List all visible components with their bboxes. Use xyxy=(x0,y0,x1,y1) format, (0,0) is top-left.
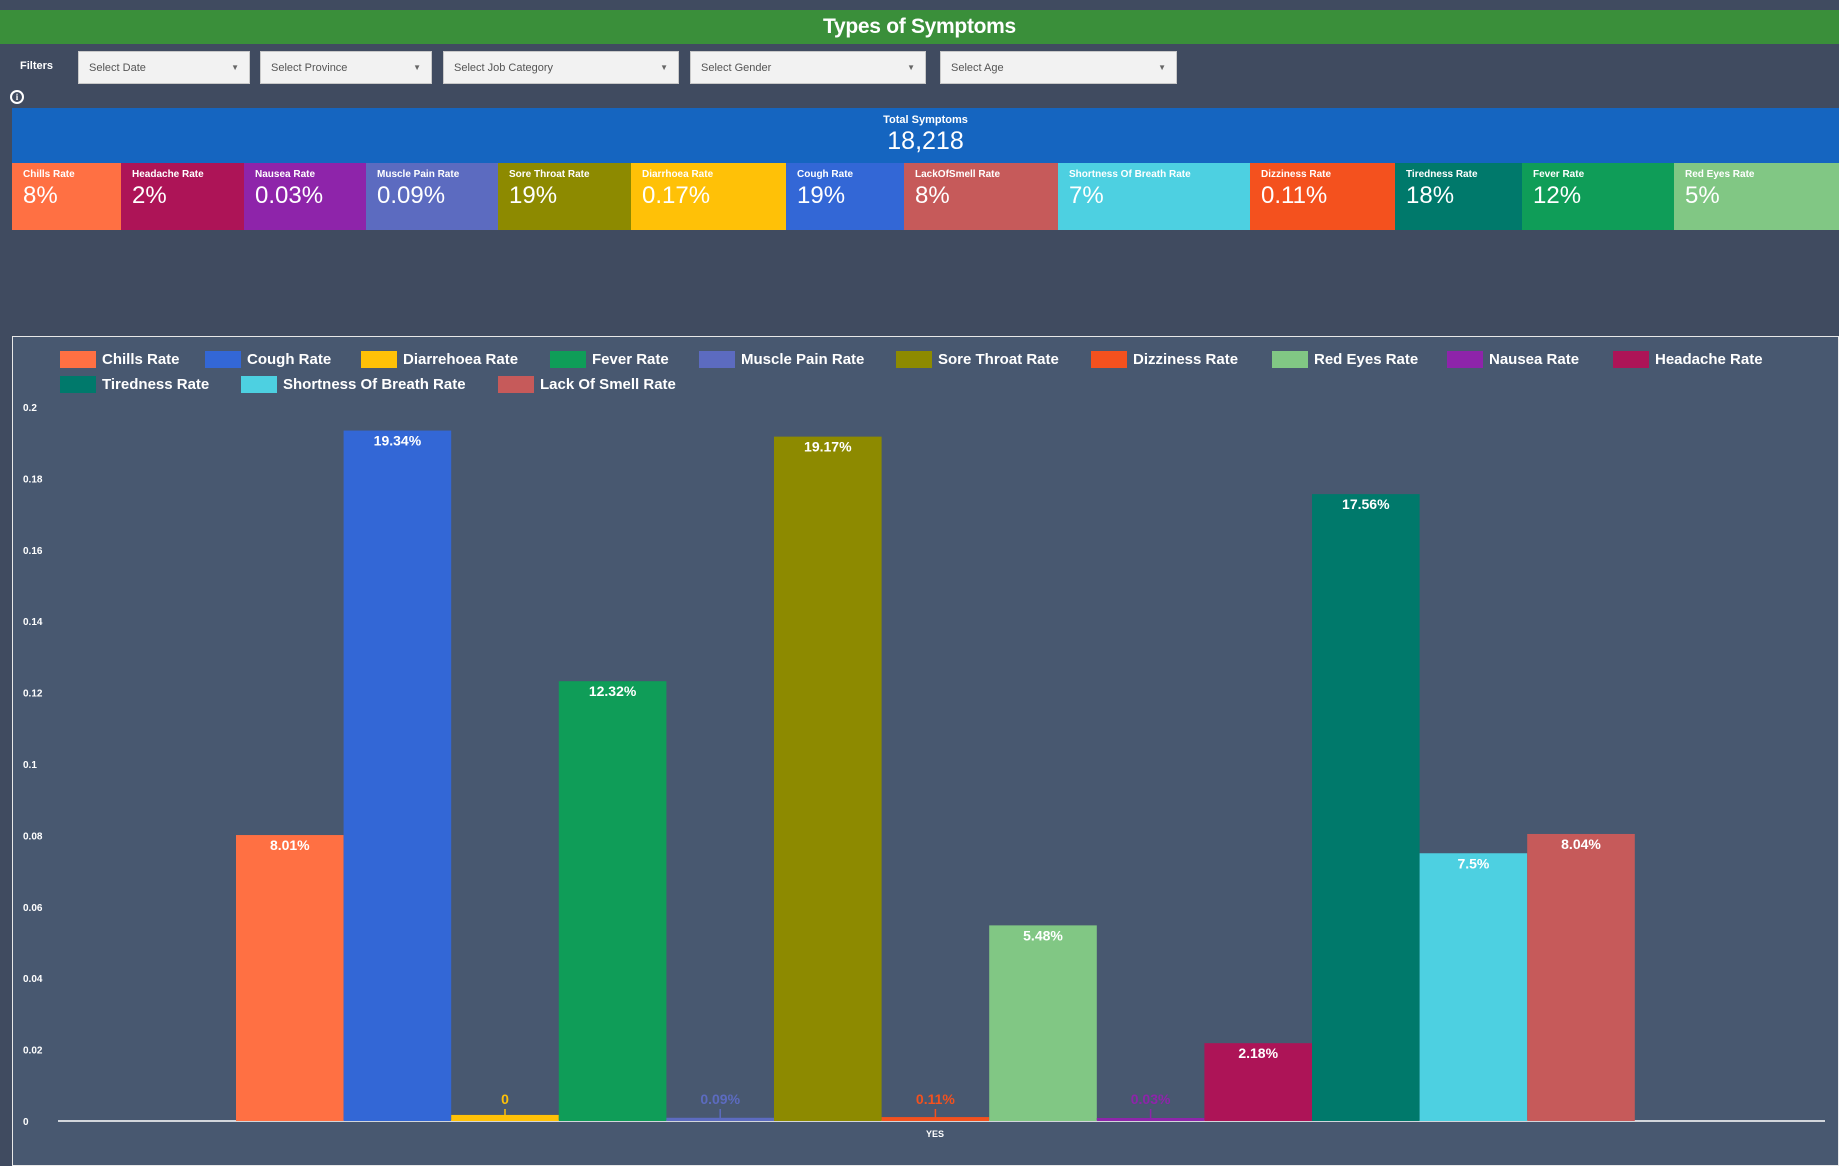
bar-data-label: 2.18% xyxy=(1238,1045,1278,1061)
symptom-chart-panel: Chills Rate Cough Rate Diarrehoea Rate Feve… xyxy=(12,336,1839,1166)
kpi-value: 8% xyxy=(915,182,950,209)
page-title: Types of Symptoms xyxy=(823,15,1016,38)
chevron-down-icon: ▼ xyxy=(413,63,421,72)
kpi-card-tiredness: Tiredness Rate 18% xyxy=(1395,163,1522,230)
kpi-label: Dizziness Rate xyxy=(1261,169,1332,180)
bar xyxy=(236,835,344,1121)
kpi-label: Diarrhoea Rate xyxy=(642,169,714,180)
x-tick-label: YES xyxy=(926,1129,944,1139)
bar-data-label: 0.03% xyxy=(1131,1091,1171,1107)
bar xyxy=(343,430,452,1121)
total-symptoms-value: 18,218 xyxy=(887,127,964,155)
y-tick-label: 0.06 xyxy=(23,903,43,914)
kpi-card-headache: Headache Rate 2% xyxy=(121,163,244,230)
kpi-label: Nausea Rate xyxy=(255,169,316,180)
y-tick-label: 0.12 xyxy=(23,689,43,700)
chevron-down-icon: ▼ xyxy=(231,63,239,72)
kpi-value: 18% xyxy=(1406,182,1455,209)
bar-data-label: 8.01% xyxy=(270,837,310,853)
bar xyxy=(558,681,667,1121)
gender-filter-dropdown[interactable]: Select Gender ▼ xyxy=(690,51,926,84)
total-symptoms-card: Total Symptoms 18,218 xyxy=(12,108,1839,163)
bar xyxy=(1312,494,1420,1121)
age-filter-placeholder: Select Age xyxy=(951,61,1004,74)
bar xyxy=(774,436,882,1121)
kpi-value: 19% xyxy=(797,182,846,209)
kpi-value: 0.03% xyxy=(255,182,324,209)
bar-data-label: 19.34% xyxy=(374,433,422,449)
y-tick-label: 0 xyxy=(23,1117,29,1128)
kpi-label: Red Eyes Rate xyxy=(1685,169,1755,180)
kpi-value: 0.11% xyxy=(1261,182,1328,209)
info-icon[interactable]: i xyxy=(10,90,24,104)
chevron-down-icon: ▼ xyxy=(660,63,668,72)
y-tick-label: 0.04 xyxy=(23,974,43,985)
y-tick-label: 0.1 xyxy=(23,760,37,771)
kpi-value: 0.17% xyxy=(642,182,711,209)
province-filter-placeholder: Select Province xyxy=(271,61,348,74)
symptom-bar-chart: 0 0.02 0.04 0.06 0.08 0.1 0.12 0.14 0.16 0.18 0.2 Y… xyxy=(23,403,1825,1139)
kpi-label: Headache Rate xyxy=(132,169,204,180)
kpi-value: 19% xyxy=(509,182,558,209)
y-tick-label: 0.02 xyxy=(23,1046,43,1057)
bar-data-label: 0 xyxy=(501,1091,509,1107)
kpi-row: Chills Rate 8% Headache Rate 2% Nausea R… xyxy=(12,163,1839,230)
kpi-card-lack-of-smell: LackOfSmell Rate 8% xyxy=(904,163,1058,230)
bar-data-label: 5.48% xyxy=(1023,927,1063,943)
kpi-card-red-eyes: Red Eyes Rate 5% xyxy=(1674,163,1839,230)
province-filter-dropdown[interactable]: Select Province ▼ xyxy=(260,51,432,84)
y-tick-label: 0.2 xyxy=(23,403,37,414)
kpi-label: Muscle Pain Rate xyxy=(377,169,460,180)
kpi-value: 5% xyxy=(1685,182,1720,209)
bar-data-label: 7.5% xyxy=(1457,855,1489,871)
bar-data-label: 0.09% xyxy=(700,1091,740,1107)
kpi-card-shortness-of-breath: Shortness Of Breath Rate 7% xyxy=(1058,163,1250,230)
kpi-label: Tiredness Rate xyxy=(1406,169,1478,180)
bar xyxy=(1419,853,1528,1121)
y-tick-label: 0.14 xyxy=(23,617,43,628)
kpi-label: Cough Rate xyxy=(797,169,854,180)
kpi-card-diarrhoea: Diarrhoea Rate 0.17% xyxy=(631,163,786,230)
kpi-label: Shortness Of Breath Rate xyxy=(1069,169,1191,180)
y-tick-label: 0.08 xyxy=(23,831,43,842)
date-filter-dropdown[interactable]: Select Date ▼ xyxy=(78,51,250,84)
bar-data-label: 12.32% xyxy=(589,683,637,699)
bar-data-label: 0.11% xyxy=(916,1091,955,1107)
kpi-value: 8% xyxy=(23,182,58,209)
y-tick-label: 0.18 xyxy=(23,474,43,485)
kpi-card-nausea: Nausea Rate 0.03% xyxy=(244,163,366,230)
kpi-label: LackOfSmell Rate xyxy=(915,169,1001,180)
job-category-filter-dropdown[interactable]: Select Job Category ▼ xyxy=(443,51,679,84)
chevron-down-icon: ▼ xyxy=(1158,63,1166,72)
kpi-value: 7% xyxy=(1069,182,1104,209)
filters-label: Filters xyxy=(20,60,54,72)
job-category-filter-placeholder: Select Job Category xyxy=(454,61,554,74)
bar xyxy=(989,925,1097,1121)
kpi-label: Chills Rate xyxy=(23,169,75,180)
kpi-card-fever: Fever Rate 12% xyxy=(1522,163,1674,230)
chevron-down-icon: ▼ xyxy=(907,63,915,72)
kpi-card-muscle-pain: Muscle Pain Rate 0.09% xyxy=(366,163,498,230)
gender-filter-placeholder: Select Gender xyxy=(701,61,772,74)
y-tick-label: 0.16 xyxy=(23,546,43,557)
kpi-card-dizziness: Dizziness Rate 0.11% xyxy=(1250,163,1395,230)
kpi-value: 2% xyxy=(132,182,167,209)
date-filter-placeholder: Select Date xyxy=(89,61,146,74)
kpi-card-cough: Cough Rate 19% xyxy=(786,163,904,230)
page-title-bar: Types of Symptoms xyxy=(0,10,1839,44)
kpi-card-sore-throat: Sore Throat Rate 19% xyxy=(498,163,631,230)
kpi-value: 12% xyxy=(1533,182,1582,209)
bar xyxy=(1527,833,1635,1121)
bar-data-label: 8.04% xyxy=(1561,836,1601,852)
bar-data-label: 19.17% xyxy=(804,439,852,455)
kpi-card-chills: Chills Rate 8% xyxy=(12,163,121,230)
kpi-label: Fever Rate xyxy=(1533,169,1585,180)
kpi-value: 0.09% xyxy=(377,182,446,209)
total-symptoms-label: Total Symptoms xyxy=(883,114,968,126)
age-filter-dropdown[interactable]: Select Age ▼ xyxy=(940,51,1177,84)
bar-data-label: 17.56% xyxy=(1342,496,1390,512)
kpi-label: Sore Throat Rate xyxy=(509,169,590,180)
